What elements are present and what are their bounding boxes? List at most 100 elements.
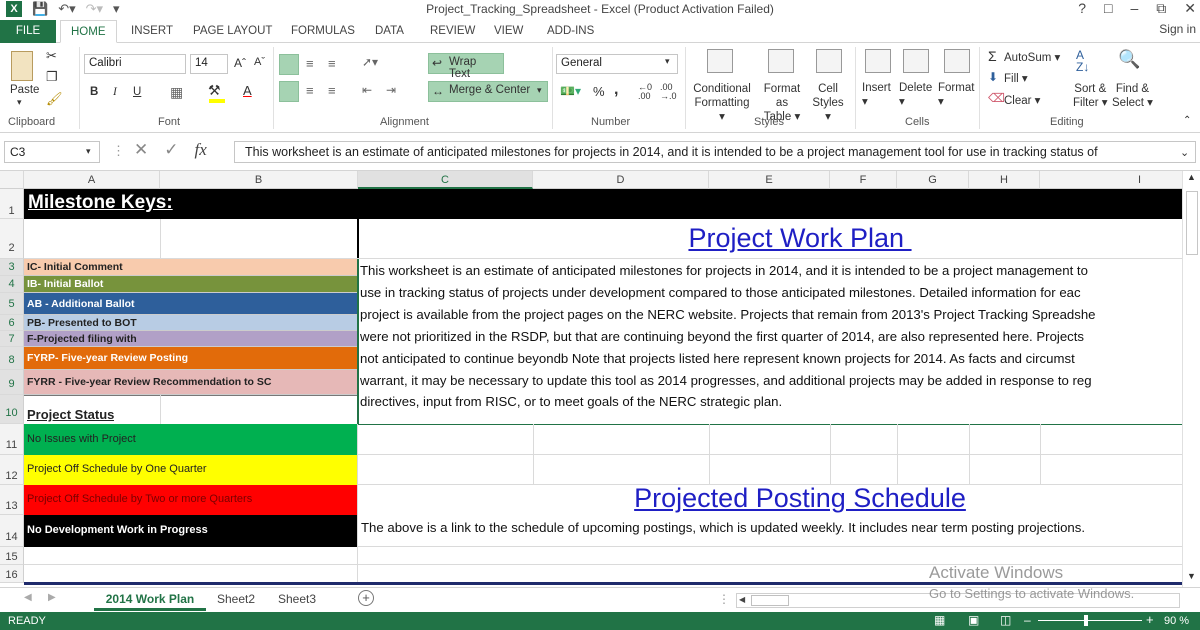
row-header[interactable]: 16 — [0, 565, 24, 583]
decrease-indent-icon[interactable]: ⇤ — [362, 83, 372, 97]
row-header[interactable]: 13 — [0, 485, 24, 515]
number-format-chevron-icon[interactable]: ▾ — [665, 56, 670, 67]
tab-home[interactable]: HOME — [60, 20, 117, 43]
accounting-icon[interactable]: 💵▾ — [560, 84, 581, 98]
clear-button[interactable]: Clear ▾ — [1004, 93, 1040, 107]
insert-cells-button[interactable]: Insert ▾ — [862, 82, 891, 108]
tab-review[interactable]: REVIEW — [430, 20, 475, 43]
conditional-formatting-button[interactable]: Conditional Formatting ▾ — [691, 82, 753, 124]
project-work-plan-title[interactable]: Project Work Plan — [688, 223, 911, 253]
format-painter-icon[interactable]: 🖌 — [46, 91, 63, 107]
column-header-a[interactable]: A — [24, 171, 160, 189]
center-icon[interactable]: ≡ — [306, 83, 314, 98]
page-layout-view-icon[interactable]: ▣ — [968, 613, 979, 627]
worksheet-grid[interactable]: A B C D E F G H I 1 2 3 4 5 6 7 8 9 10 1… — [0, 171, 1182, 585]
tab-split-grip-icon[interactable]: ⋮ — [718, 592, 730, 606]
row-header[interactable]: 3 — [0, 259, 24, 276]
align-left-icon[interactable] — [279, 81, 299, 102]
tab-add-ins[interactable]: ADD-INS — [547, 20, 594, 43]
align-middle-icon[interactable]: ≡ — [306, 56, 314, 71]
copy-icon[interactable]: ❐ — [46, 69, 58, 85]
milestone-key-row[interactable]: FYRR - Five-year Review Recommendation t… — [24, 370, 358, 395]
status-key-row[interactable]: Project Off Schedule by One Quarter — [24, 455, 358, 485]
increase-decimal-icon[interactable]: ←0.00 — [638, 83, 652, 101]
align-top-icon[interactable] — [279, 54, 299, 75]
milestone-key-row[interactable]: F-Projected filing with — [24, 331, 358, 347]
sheet-tab-2014-work-plan[interactable]: 2014 Work Plan — [94, 589, 206, 611]
borders-icon[interactable]: ▦ — [170, 84, 183, 101]
row-header[interactable]: 7 — [0, 331, 24, 347]
status-key-row[interactable]: No Development Work in Progress — [24, 515, 358, 547]
status-key-row[interactable]: Project Off Schedule by Two or more Quar… — [24, 485, 358, 515]
scroll-tabs-right-icon[interactable]: ▶ — [48, 592, 56, 603]
insert-function-icon[interactable]: fx — [195, 140, 207, 160]
milestone-header-band[interactable] — [24, 189, 1182, 219]
tab-view[interactable]: VIEW — [494, 20, 523, 43]
projected-posting-schedule-link[interactable]: Projected Posting Schedule — [634, 483, 966, 513]
status-key-row[interactable]: No Issues with Project — [24, 424, 358, 455]
fill-color-icon[interactable]: ⚒ — [208, 82, 221, 99]
font-name-dropdown[interactable]: Calibri — [84, 54, 186, 74]
vertical-scroll-thumb[interactable] — [1186, 191, 1198, 255]
percent-button[interactable]: % — [593, 84, 605, 99]
number-format-dropdown[interactable]: General — [556, 54, 678, 74]
column-header-f[interactable]: F — [830, 171, 897, 189]
select-all-corner[interactable] — [0, 171, 24, 189]
fill-button[interactable]: Fill ▾ — [1004, 71, 1028, 85]
row-header[interactable]: 15 — [0, 547, 24, 565]
sheet-tab-sheet3[interactable]: Sheet3 — [268, 589, 326, 611]
new-sheet-button[interactable]: + — [358, 590, 374, 606]
milestone-key-row[interactable]: PB- Presented to BOT — [24, 315, 358, 331]
tab-insert[interactable]: INSERT — [131, 20, 173, 43]
column-header-d[interactable]: D — [533, 171, 709, 189]
enter-icon[interactable]: ✓ — [164, 140, 178, 160]
comma-button[interactable]: , — [614, 81, 618, 99]
page-break-view-icon[interactable]: ◫ — [1000, 613, 1011, 627]
minimize-button[interactable]: – — [1130, 0, 1138, 17]
scroll-up-icon[interactable]: ▲ — [1187, 172, 1196, 182]
scroll-down-icon[interactable]: ▼ — [1187, 571, 1196, 581]
project-work-plan-title-cell[interactable]: Project Work Plan — [358, 219, 1182, 259]
decrease-decimal-icon[interactable]: .00 →.0 — [660, 83, 677, 101]
sheet-tab-sheet2[interactable]: Sheet2 — [208, 589, 264, 611]
italic-button[interactable]: I — [113, 86, 117, 98]
bold-button[interactable]: B — [90, 86, 98, 98]
column-header-b[interactable]: B — [160, 171, 358, 189]
find-select-button[interactable]: Find & Select ▾ — [1112, 82, 1153, 110]
paste-dropdown-icon[interactable]: ▾ — [17, 97, 22, 108]
column-header-e[interactable]: E — [709, 171, 830, 189]
cut-icon[interactable]: ✂ — [46, 48, 57, 64]
align-bottom-icon[interactable]: ≡ — [328, 56, 336, 71]
scroll-tabs-left-icon[interactable]: ◀ — [24, 592, 32, 603]
name-box-dropdown-icon[interactable]: ▾ — [86, 146, 91, 157]
row-header[interactable]: 8 — [0, 347, 24, 370]
row-header[interactable]: 4 — [0, 276, 24, 293]
zoom-in-icon[interactable]: + — [1146, 612, 1154, 627]
increase-indent-icon[interactable]: ⇥ — [386, 83, 396, 97]
cell-styles-button[interactable]: Cell Styles ▾ — [808, 82, 848, 124]
restore-button[interactable]: ⧉ — [1156, 0, 1166, 17]
cancel-icon[interactable]: ✕ — [134, 140, 148, 160]
zoom-slider[interactable] — [1038, 620, 1142, 621]
close-button[interactable]: ✕ — [1184, 0, 1196, 17]
row-header[interactable]: 9 — [0, 370, 24, 395]
normal-view-icon[interactable]: ▦ — [934, 613, 945, 627]
milestone-key-row[interactable]: IC- Initial Comment — [24, 259, 358, 276]
worksheet-intro-text[interactable]: This worksheet is an estimate of anticip… — [360, 260, 1182, 424]
font-color-icon[interactable]: A — [243, 83, 252, 98]
column-header-c[interactable]: C — [358, 171, 533, 189]
paste-icon[interactable] — [11, 51, 33, 81]
merge-center-button[interactable]: Merge & Center — [428, 81, 548, 102]
tab-page-layout[interactable]: PAGE LAYOUT — [193, 20, 272, 43]
expand-formula-bar-icon[interactable]: ⌄ — [1180, 146, 1189, 159]
posting-schedule-cell[interactable]: Projected Posting Schedule — [358, 483, 1182, 513]
row-header[interactable]: 6 — [0, 315, 24, 331]
vertical-scrollbar[interactable]: ▲ ▼ — [1182, 171, 1200, 589]
sign-in-link[interactable]: Sign in — [1159, 22, 1196, 36]
milestone-key-row[interactable]: IB- Initial Ballot — [24, 276, 358, 293]
row-header[interactable]: 12 — [0, 455, 24, 485]
collapse-ribbon-icon[interactable]: ⌃ — [1183, 115, 1191, 126]
paste-button[interactable]: Paste — [10, 84, 39, 96]
scroll-left-icon[interactable]: ◀ — [739, 595, 745, 604]
horizontal-scroll-thumb[interactable] — [751, 595, 789, 606]
